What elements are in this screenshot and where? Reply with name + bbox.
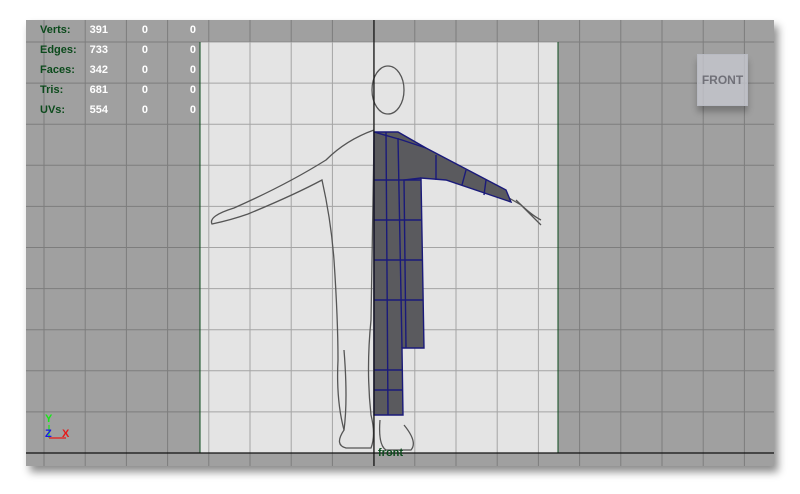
stat-value: 0 bbox=[189, 84, 196, 96]
stat-value: 733 bbox=[89, 44, 108, 56]
viewport-front[interactable]: Verts: 391 0 0 Edges: 733 0 0 Faces: 342 0 0 Tris: 68… bbox=[26, 20, 774, 466]
stat-value: 0 bbox=[141, 84, 148, 96]
stat-label: UVs: bbox=[40, 104, 66, 116]
stat-value: 554 bbox=[89, 104, 108, 116]
stat-value: 681 bbox=[89, 84, 108, 96]
stat-value: 0 bbox=[141, 44, 148, 56]
stat-value: 342 bbox=[89, 64, 108, 76]
stat-value: 0 bbox=[141, 24, 148, 36]
axis-z-label: Z bbox=[45, 428, 52, 440]
stat-value: 0 bbox=[189, 64, 196, 76]
stat-label: Tris: bbox=[40, 84, 64, 96]
stat-label: Verts: bbox=[40, 24, 71, 36]
stat-value: 0 bbox=[141, 64, 148, 76]
stat-value: 391 bbox=[89, 24, 108, 36]
stat-value: 0 bbox=[141, 104, 148, 116]
stat-value: 0 bbox=[189, 24, 196, 36]
view-cube-front[interactable]: FRONT bbox=[697, 54, 748, 106]
stat-value: 0 bbox=[189, 44, 196, 56]
axis-x-label: X bbox=[62, 428, 70, 440]
stat-value: 0 bbox=[189, 104, 196, 116]
axis-y-label: Y bbox=[45, 413, 53, 425]
camera-name-label: front bbox=[378, 447, 404, 459]
